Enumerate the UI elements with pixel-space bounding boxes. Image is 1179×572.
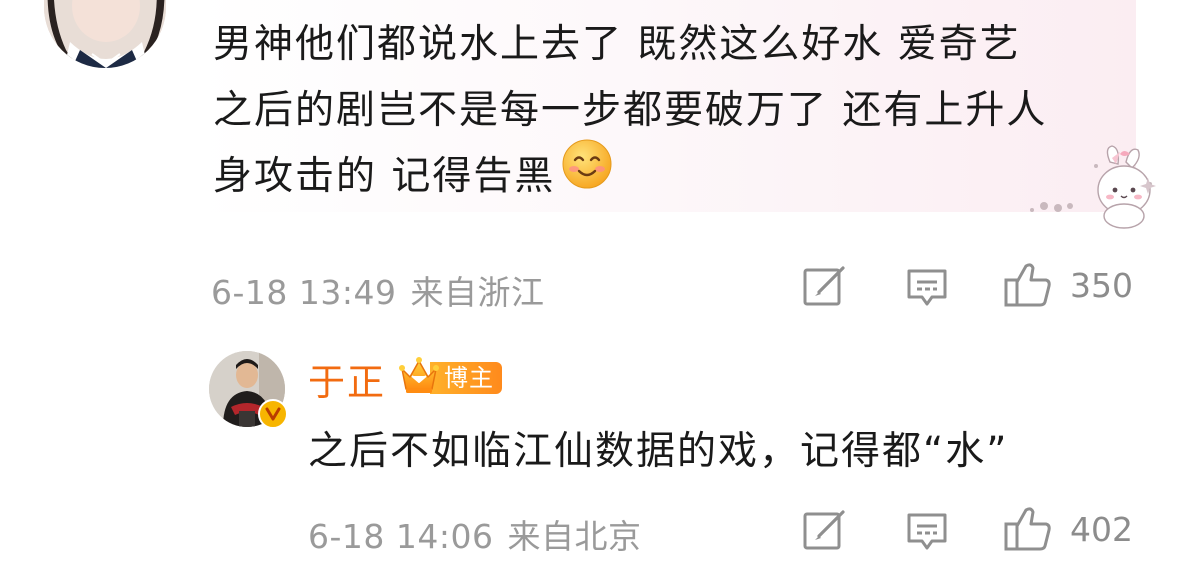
comment-line-last: 身攻击的 记得告黑 [213,139,1133,210]
thumbs-up-icon [1004,507,1051,551]
like-count: 350 [1070,266,1133,305]
like-button[interactable] [1004,262,1052,308]
comment-meta: 6-18 13:49 来自浙江 [211,266,545,314]
comment-location: 来自浙江 [410,273,545,312]
author-badge: 博主 [430,362,502,394]
comment-icon [907,513,947,550]
bunny-sticker-icon [1024,144,1158,234]
thumbs-up-icon [1004,263,1051,307]
commenter-avatar-image [44,0,166,68]
edit-icon [803,510,845,550]
comment-line: 男神他们都说水上去了 既然这么好水 爱奇艺 [213,22,1021,67]
smile-emoji-icon [561,138,613,211]
repost-button[interactable] [803,266,847,306]
comment-time: 6-18 13:49 [211,273,397,312]
reply-like-button[interactable] [1004,506,1052,552]
commenter-avatar[interactable] [44,0,166,68]
reply-meta: 6-18 14:06 来自北京 [308,510,642,558]
reply-time: 6-18 14:06 [308,517,494,556]
reply-button[interactable] [906,268,948,308]
crown-icon [398,355,440,401]
reply-repost-button[interactable] [803,510,847,550]
reply-like-count: 402 [1070,510,1133,549]
edit-icon [803,266,845,306]
author-username[interactable]: 于正 [308,352,386,406]
comment-line: 之后的剧岂不是每一步都要破万了 还有上升人 [213,88,1048,133]
verified-badge-icon [258,399,288,429]
reply-reply-button[interactable] [906,512,948,552]
author-badge-label: 博主 [444,364,494,392]
reply-location: 来自北京 [507,517,642,556]
comment-icon [907,269,947,306]
comment-text: 男神他们都说水上去了 既然这么好水 爱奇艺 之后的剧岂不是每一步都要破万了 还有… [213,12,1133,210]
reply-text: 之后不如临江仙数据的戏，记得都“水” [308,429,1009,474]
